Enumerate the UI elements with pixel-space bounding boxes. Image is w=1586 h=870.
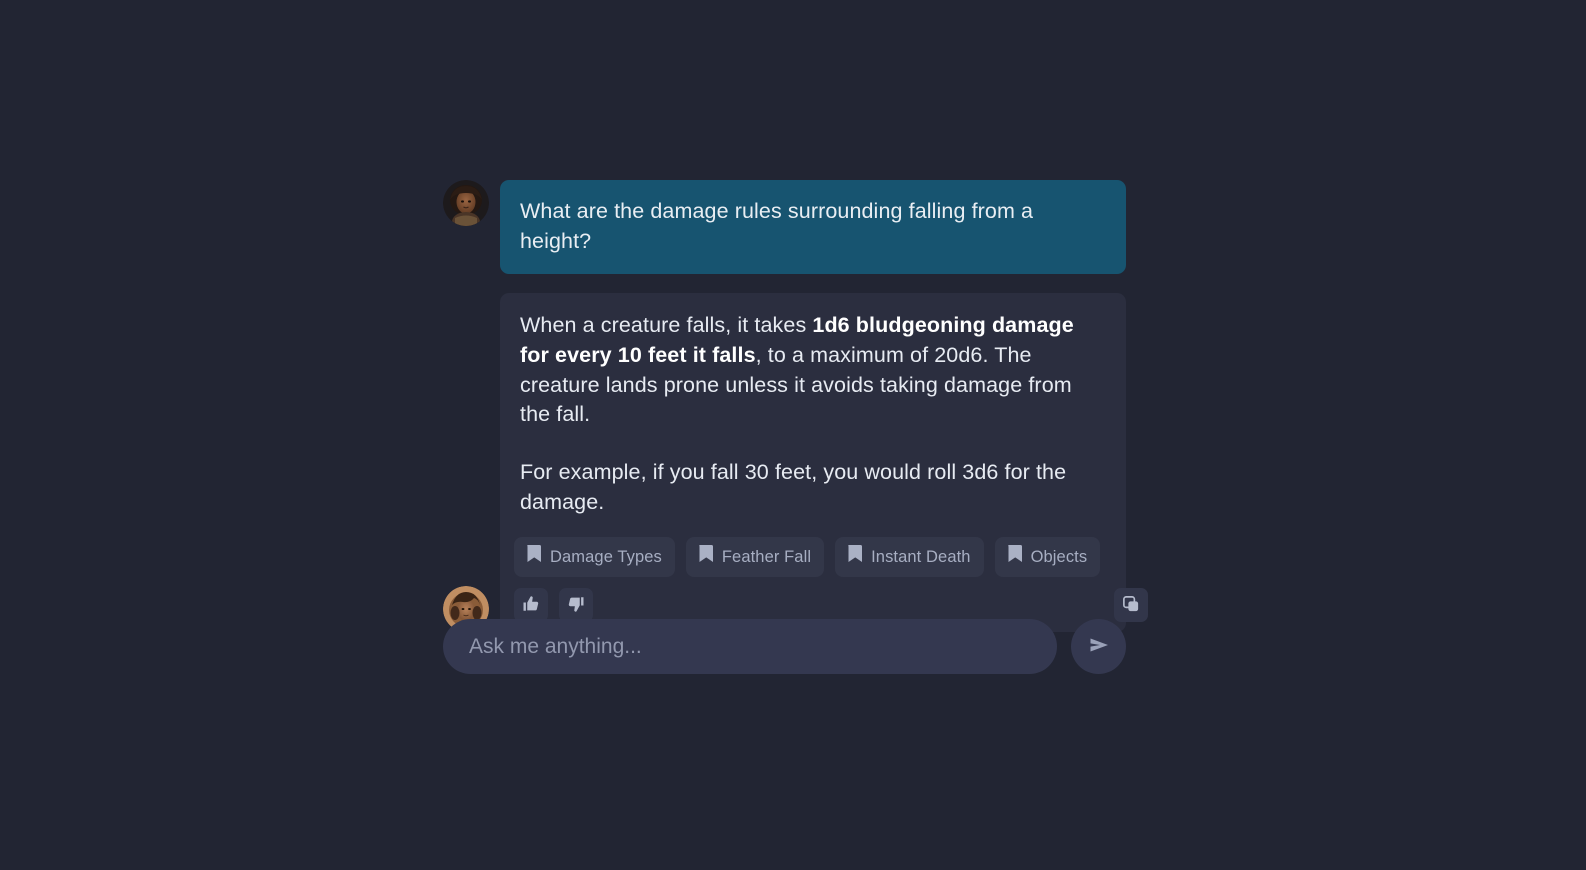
source-chip-label: Instant Death (871, 547, 971, 566)
copy-button[interactable] (1114, 588, 1148, 623)
assistant-message-row: When a creature falls, it takes 1d6 blud… (443, 293, 1148, 633)
thumbs-down-icon (567, 595, 585, 616)
chat-input[interactable] (443, 619, 1057, 674)
source-chip-label: Objects (1030, 547, 1088, 566)
thumbs-up-button[interactable] (514, 588, 548, 623)
source-chip-objects[interactable]: Objects (994, 537, 1101, 578)
bookmark-icon (847, 545, 863, 569)
paragraph-1-lead-text: When a creature falls, it takes (520, 313, 813, 338)
user-message-bubble: What are the damage rules surrounding fa… (500, 180, 1126, 275)
thumbs-up-icon (522, 595, 540, 616)
user-message-row: What are the damage rules surrounding fa… (443, 180, 1126, 275)
assistant-paragraph-1: When a creature falls, it takes 1d6 blud… (520, 311, 1106, 430)
user-avatar (443, 180, 489, 226)
source-chip-feather-fall[interactable]: Feather Fall (685, 537, 825, 578)
send-icon (1086, 632, 1112, 661)
source-chip-label: Damage Types (550, 547, 662, 566)
bookmark-icon (1007, 545, 1022, 569)
assistant-message-bubble: When a creature falls, it takes 1d6 blud… (500, 293, 1148, 633)
source-chip-label: Feather Fall (721, 547, 812, 566)
bookmark-icon (698, 545, 713, 569)
composer (443, 619, 1126, 674)
message-action-bar (514, 588, 1148, 623)
source-chip-instant-death[interactable]: Instant Death (835, 537, 984, 578)
copy-icon (1122, 595, 1140, 616)
source-chip-damage-types[interactable]: Damage Types (514, 537, 675, 578)
chat-app: What are the damage rules surrounding fa… (0, 0, 1586, 870)
thumbs-down-button[interactable] (559, 588, 593, 623)
assistant-paragraph-2: For example, if you fall 30 feet, you wo… (520, 459, 1067, 514)
source-chip-list: Damage Types Feather Fall Instant Death … (514, 537, 1154, 578)
chat-message-list: What are the damage rules surrounding fa… (443, 180, 1148, 633)
send-button[interactable] (1071, 619, 1126, 674)
bookmark-icon (526, 545, 541, 569)
